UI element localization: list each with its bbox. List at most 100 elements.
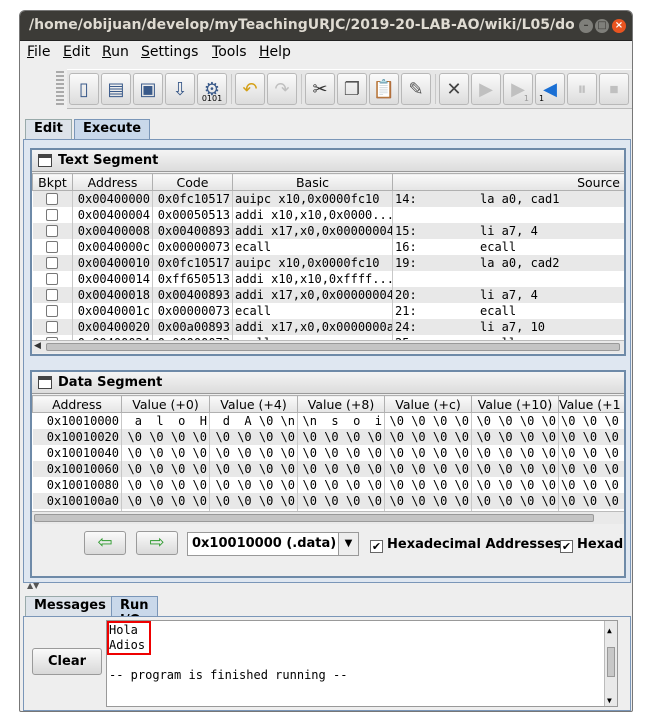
close-icon[interactable]: × bbox=[612, 19, 626, 33]
col-source[interactable]: Source bbox=[392, 173, 624, 191]
table-row[interactable]: 0x00400020 0x00a00893 addi x17,x0,0x000000… bbox=[32, 318, 624, 335]
menu-edit[interactable]: Edit bbox=[63, 44, 90, 60]
open-folder-icon[interactable]: ▤ bbox=[101, 73, 131, 105]
cell-value: \0 \0 \0 \0 bbox=[471, 412, 559, 429]
col-value-4[interactable]: Value (+4) bbox=[209, 395, 298, 413]
cell-address: 0x0040001c bbox=[72, 302, 153, 319]
col-value-8[interactable]: Value (+8) bbox=[297, 395, 385, 413]
menu-tools[interactable]: Tools bbox=[212, 44, 247, 60]
cell-value: \0 \0 \0 \0 bbox=[297, 428, 385, 445]
split-divider[interactable]: ▲▼ bbox=[23, 581, 631, 592]
col-value-0[interactable]: Value (+0) bbox=[121, 395, 210, 413]
assemble-icon[interactable]: ⚙ 0101 bbox=[197, 73, 227, 105]
step-icon[interactable]: ▶ 1 bbox=[503, 73, 533, 105]
find-replace-icon[interactable]: ✎ bbox=[401, 73, 431, 105]
tab-run-io[interactable]: Run I/O bbox=[111, 596, 158, 628]
pause-icon[interactable]: ⏸ bbox=[567, 73, 597, 105]
menu-file[interactable]: File bbox=[27, 44, 50, 60]
undo-icon[interactable]: ↶ bbox=[235, 73, 265, 105]
cell-value: \0 \0 \0 \0 bbox=[121, 476, 210, 493]
cell-value: \0 \0 \0 \0 bbox=[384, 428, 472, 445]
hex-values-checkbox[interactable]: ✔ Hexad bbox=[560, 537, 623, 553]
new-file-icon[interactable]: ▯ bbox=[69, 73, 99, 105]
dump-memory-icon[interactable]: ⇩ bbox=[165, 73, 195, 105]
table-row[interactable]: 0x10010080 \0 \0 \0 \0 \0 \0 \0 \0 \0 \0 \0… bbox=[32, 476, 624, 493]
segment-select-value: 0x10010000 (.data) bbox=[192, 536, 337, 551]
chevron-down-icon[interactable]: ▼ bbox=[338, 533, 358, 555]
col-basic[interactable]: Basic bbox=[232, 173, 393, 191]
text-segment-hscrollbar[interactable]: ◀ bbox=[32, 340, 624, 353]
stop-icon[interactable]: ⏹ bbox=[599, 73, 629, 105]
table-row[interactable]: 0x00400008 0x00400893 addi x17,x0,0x000000… bbox=[32, 222, 624, 239]
cell-value: \0 \0 \0 \0 bbox=[209, 492, 298, 509]
cell-value: \0 \0 \0 \0 bbox=[121, 428, 210, 445]
source-line-number: 15: bbox=[395, 223, 417, 238]
col-value-c[interactable]: Value (+c) bbox=[384, 395, 472, 413]
output-line: Hola bbox=[109, 623, 138, 637]
cell-value: d A \0 \n bbox=[209, 412, 298, 429]
col-value-10[interactable]: Value (+10) bbox=[471, 395, 559, 413]
col-bkpt[interactable]: Bkpt bbox=[32, 173, 73, 191]
data-segment-frame: Data Segment Address Value (+0) Value (+… bbox=[30, 370, 626, 578]
tools-icon[interactable]: ✕ bbox=[439, 73, 469, 105]
clear-button[interactable]: Clear bbox=[32, 648, 102, 675]
breakpoint-checkbox[interactable] bbox=[46, 273, 59, 285]
breakpoint-checkbox[interactable] bbox=[46, 209, 59, 221]
redo-icon[interactable]: ↷ bbox=[267, 73, 297, 105]
breakpoint-checkbox[interactable] bbox=[46, 225, 59, 237]
data-segment-hscrollbar[interactable] bbox=[32, 511, 624, 524]
messages-pane: Messages Run I/O Clear Hola Adios -- pro… bbox=[23, 594, 631, 711]
breakpoint-checkbox[interactable] bbox=[46, 321, 59, 333]
copy-icon[interactable]: ❐ bbox=[337, 73, 367, 105]
maximize-icon[interactable]: □ bbox=[595, 19, 609, 33]
run-icon[interactable]: ▶ bbox=[471, 73, 501, 105]
segment-select[interactable]: 0x10010000 (.data) ▼ bbox=[187, 532, 359, 556]
menu-run[interactable]: Run bbox=[102, 44, 129, 60]
next-arrow-button[interactable]: ⇨ bbox=[136, 531, 178, 555]
col-address[interactable]: Address bbox=[72, 173, 153, 191]
table-row[interactable]: 0x0040001c 0x00000073 ecall 21: ecall bbox=[32, 302, 624, 319]
table-row[interactable]: 0x0040000c 0x00000073 ecall 16: ecall bbox=[32, 238, 624, 255]
cell-basic: addi x10,x10,0x0000... bbox=[232, 206, 393, 223]
table-row[interactable]: 0x10010040 \0 \0 \0 \0 \0 \0 \0 \0 \0 \0 \0… bbox=[32, 444, 624, 461]
table-row[interactable]: 0x00400014 0xff650513 addi x10,x10,0xffff.… bbox=[32, 270, 624, 287]
save-icon[interactable]: ▣ bbox=[133, 73, 163, 105]
table-row[interactable]: 0x10010000 a l o Hd A \0 \n \n s o i \0 \0 … bbox=[32, 412, 624, 429]
tab-messages[interactable]: Messages bbox=[25, 596, 115, 616]
cell-basic: ecall bbox=[232, 238, 393, 255]
table-row[interactable]: 0x00400018 0x00400893 addi x17,x0,0x000000… bbox=[32, 286, 624, 303]
col-address[interactable]: Address bbox=[32, 395, 122, 413]
breakpoint-checkbox[interactable] bbox=[46, 193, 59, 206]
run-io-console[interactable]: Hola Adios -- program is finished runnin… bbox=[106, 620, 618, 707]
breakpoint-checkbox[interactable] bbox=[46, 289, 59, 301]
toolbar-grip[interactable] bbox=[56, 71, 64, 107]
tab-edit[interactable]: Edit bbox=[25, 119, 72, 139]
tab-execute[interactable]: Execute bbox=[74, 119, 151, 140]
hex-addresses-checkbox[interactable]: ✔ Hexadecimal Addresses bbox=[370, 537, 561, 553]
cell-bkpt bbox=[32, 206, 73, 223]
cut-icon[interactable]: ✂ bbox=[305, 73, 335, 105]
paste-icon[interactable]: 📋 bbox=[369, 73, 399, 105]
table-row[interactable]: 0x00400000 0x0fc10517 auipc x10,0x0000fc10… bbox=[32, 190, 624, 207]
prev-arrow-button[interactable]: ⇦ bbox=[84, 531, 126, 555]
table-row[interactable]: 0x10010060 \0 \0 \0 \0 \0 \0 \0 \0 \0 \0 \0… bbox=[32, 460, 624, 477]
col-value-14[interactable]: Value (+1 bbox=[558, 395, 624, 413]
text-segment-table-viewport: Bkpt Address Code Basic Source 0x0040000… bbox=[32, 173, 624, 340]
cell-source bbox=[392, 206, 624, 223]
breakpoint-checkbox[interactable] bbox=[46, 305, 59, 317]
cell-code: 0x00400893 bbox=[152, 222, 233, 239]
breakpoint-checkbox[interactable] bbox=[46, 241, 59, 253]
col-code[interactable]: Code bbox=[152, 173, 233, 191]
table-row[interactable]: 0x10010020 \0 \0 \0 \0 \0 \0 \0 \0 \0 \0 \0… bbox=[32, 428, 624, 445]
table-row[interactable]: 0x00400010 0x0fc10517 auipc x10,0x0000fc10… bbox=[32, 254, 624, 271]
table-row[interactable]: 0x100100a0 \0 \0 \0 \0 \0 \0 \0 \0 \0 \0 \0… bbox=[32, 492, 624, 509]
console-vscrollbar[interactable]: ▲ ▼ bbox=[604, 621, 617, 706]
data-segment-title: Data Segment bbox=[58, 375, 163, 390]
menu-help[interactable]: Help bbox=[259, 44, 291, 60]
breakpoint-checkbox[interactable] bbox=[46, 257, 59, 269]
table-row[interactable]: 0x00400004 0x00050513 addi x10,x10,0x0000.… bbox=[32, 206, 624, 223]
backstep-icon[interactable]: ◀ 1 bbox=[535, 73, 565, 105]
minimize-icon[interactable]: – bbox=[579, 19, 593, 33]
cell-code: 0x00000073 bbox=[152, 302, 233, 319]
menu-settings[interactable]: Settings bbox=[141, 44, 198, 60]
